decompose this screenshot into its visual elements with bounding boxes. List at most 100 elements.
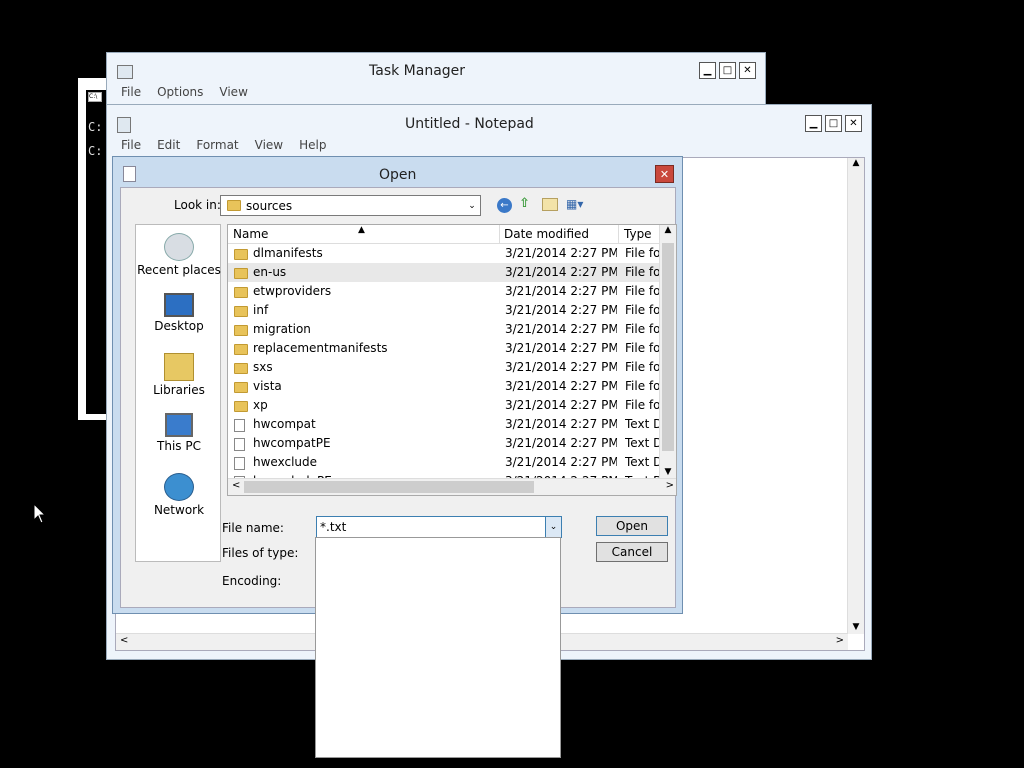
file-row[interactable]: hwcompat 3/21/2014 2:27 PM Text Do xyxy=(228,415,660,434)
file-name-cell: sxs xyxy=(253,360,273,374)
file-date-cell: 3/21/2014 2:27 PM xyxy=(505,303,617,317)
maximize-button[interactable]: □ xyxy=(825,115,842,132)
file-name-cell: migration xyxy=(253,322,311,336)
file-row[interactable]: sxs 3/21/2014 2:27 PM File fol xyxy=(228,358,660,377)
folder-icon xyxy=(234,382,248,393)
file-row[interactable]: vista 3/21/2014 2:27 PM File fol xyxy=(228,377,660,396)
scroll-up-icon[interactable]: ▲ xyxy=(660,225,676,235)
menu-view[interactable]: View xyxy=(219,85,247,99)
place-label: Recent places xyxy=(137,263,221,277)
cmd-icon: C:\ xyxy=(88,92,102,102)
new-folder-icon[interactable] xyxy=(542,198,558,211)
notepad-icon xyxy=(117,117,131,133)
place-desktop[interactable]: Desktop xyxy=(136,293,222,333)
menu-file[interactable]: File xyxy=(121,85,141,99)
scroll-up-icon[interactable]: ▲ xyxy=(848,158,864,168)
file-row[interactable]: dlmanifests 3/21/2014 2:27 PM File fol xyxy=(228,244,660,263)
place-recent[interactable]: Recent places xyxy=(136,233,222,277)
file-name-cell: hwcompat xyxy=(253,417,316,431)
file-date-cell: 3/21/2014 2:27 PM xyxy=(505,246,617,260)
place-network[interactable]: Network xyxy=(136,473,222,517)
file-date-cell: 3/21/2014 2:27 PM xyxy=(505,265,617,279)
menu-help[interactable]: Help xyxy=(299,138,326,152)
scroll-thumb[interactable] xyxy=(244,481,534,493)
file-type-cell: File fol xyxy=(625,246,659,260)
cancel-button[interactable]: Cancel xyxy=(596,542,668,562)
window-title: Task Manager xyxy=(369,63,466,79)
file-name-cell: hwcompatPE xyxy=(253,436,331,450)
maximize-button[interactable]: □ xyxy=(719,62,736,79)
close-button[interactable]: ✕ xyxy=(655,165,674,183)
file-type-cell: File fol xyxy=(625,398,659,412)
file-row[interactable]: inf 3/21/2014 2:27 PM File fol xyxy=(228,301,660,320)
window-title: Untitled - Notepad xyxy=(405,116,534,132)
document-icon xyxy=(234,438,245,451)
file-name-label: File name: xyxy=(222,521,284,535)
vertical-scrollbar[interactable]: ▲ ▼ xyxy=(847,158,864,634)
open-button[interactable]: Open xyxy=(596,516,668,536)
scroll-left-icon[interactable]: < xyxy=(120,635,128,646)
minimize-button[interactable]: ▁ xyxy=(699,62,716,79)
scroll-left-icon[interactable]: < xyxy=(232,480,240,491)
column-divider[interactable] xyxy=(499,225,500,244)
column-type[interactable]: Type xyxy=(624,227,652,241)
up-folder-icon[interactable]: ⇧ xyxy=(519,196,535,212)
look-in-combobox[interactable]: sources ⌄ xyxy=(220,195,481,216)
chevron-down-icon[interactable]: ⌄ xyxy=(464,196,480,215)
sort-ascending-icon: ▲ xyxy=(358,225,365,235)
file-list[interactable]: Name ▲ Date modified Type dlmanifests 3/2… xyxy=(227,224,677,496)
folder-icon xyxy=(234,325,248,336)
vertical-scrollbar[interactable]: ▲ ▼ xyxy=(659,225,676,479)
file-type-cell: Text Do xyxy=(625,417,659,431)
back-icon[interactable]: ← xyxy=(497,198,512,213)
document-icon xyxy=(234,457,245,470)
scroll-thumb[interactable] xyxy=(662,243,674,451)
menu-format[interactable]: Format xyxy=(196,138,238,152)
place-label: Libraries xyxy=(153,383,205,397)
file-row[interactable]: etwproviders 3/21/2014 2:27 PM File fol xyxy=(228,282,660,301)
chevron-down-icon[interactable]: ⌄ xyxy=(545,517,561,537)
place-libraries[interactable]: Libraries xyxy=(136,353,222,397)
network-icon xyxy=(164,473,194,501)
menu-file[interactable]: File xyxy=(121,138,141,152)
column-divider[interactable] xyxy=(618,225,619,244)
file-row[interactable]: hwcompatPE 3/21/2014 2:27 PM Text Do xyxy=(228,434,660,453)
file-type-cell: File fol xyxy=(625,322,659,336)
scroll-down-icon[interactable]: ▼ xyxy=(848,622,864,632)
minimize-button[interactable]: ▁ xyxy=(805,115,822,132)
horizontal-scrollbar[interactable]: < > xyxy=(228,478,676,495)
file-name-input[interactable]: *.txt xyxy=(320,520,346,534)
menu-edit[interactable]: Edit xyxy=(157,138,180,152)
file-type-cell: Text Do xyxy=(625,436,659,450)
view-menu-icon[interactable]: ▦▾ xyxy=(566,197,594,213)
file-row[interactable]: migration 3/21/2014 2:27 PM File fol xyxy=(228,320,660,339)
task-manager-icon xyxy=(117,65,133,79)
file-row[interactable]: xp 3/21/2014 2:27 PM File fol xyxy=(228,396,660,415)
file-type-cell: Text Do xyxy=(625,455,659,469)
menu-options[interactable]: Options xyxy=(157,85,203,99)
column-date[interactable]: Date modified xyxy=(504,227,589,241)
file-name-cell: etwproviders xyxy=(253,284,332,298)
menu-view[interactable]: View xyxy=(255,138,283,152)
scroll-right-icon[interactable]: > xyxy=(666,480,674,491)
place-label: Network xyxy=(153,503,205,517)
scroll-right-icon[interactable]: > xyxy=(836,635,844,646)
scroll-down-icon[interactable]: ▼ xyxy=(660,467,676,477)
file-name-dropdown-list[interactable] xyxy=(315,537,561,758)
file-row[interactable]: hwexclude 3/21/2014 2:27 PM Text Do xyxy=(228,453,660,472)
files-of-type-label: Files of type: xyxy=(222,546,299,560)
column-name[interactable]: Name xyxy=(233,227,268,241)
close-button[interactable]: ✕ xyxy=(739,62,756,79)
file-name-cell: replacementmanifests xyxy=(253,341,388,355)
close-button[interactable]: ✕ xyxy=(845,115,862,132)
file-name-combobox[interactable]: *.txt ⌄ xyxy=(316,516,562,538)
place-this-pc[interactable]: This PC xyxy=(136,413,222,453)
dialog-title: Open xyxy=(379,167,417,183)
task-manager-window[interactable]: Task Manager ▁ □ ✕ File Options View xyxy=(106,52,766,112)
computer-icon xyxy=(165,413,193,437)
folder-icon xyxy=(234,268,248,279)
file-row[interactable]: replacementmanifests 3/21/2014 2:27 PM Fil… xyxy=(228,339,660,358)
file-row[interactable]: en-us 3/21/2014 2:27 PM File fol xyxy=(228,263,660,282)
recent-places-icon xyxy=(164,233,194,261)
document-icon xyxy=(234,419,245,432)
